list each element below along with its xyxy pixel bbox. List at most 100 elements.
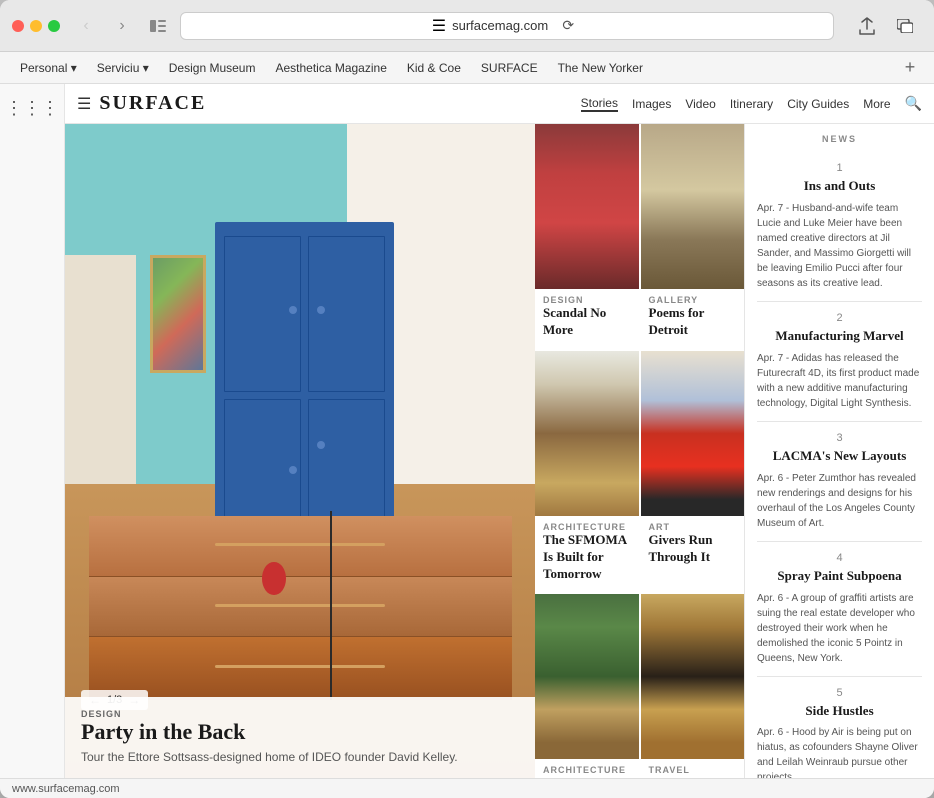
news-item-3[interactable]: 3 LACMA's New Layouts Apr. 6 - Peter Zum…: [757, 422, 922, 542]
hamburger-icon: ☰: [432, 16, 446, 36]
dresser: [89, 516, 512, 699]
nav-images[interactable]: Images: [632, 97, 671, 111]
grid-item-0[interactable]: DESIGN Scandal No More: [535, 124, 639, 349]
nav-video[interactable]: Video: [685, 97, 715, 111]
grid-item-1[interactable]: GALLERY Poems for Detroit: [641, 124, 745, 349]
news-text-1: Apr. 7 - Husband-and-wife team Lucie and…: [757, 201, 922, 291]
search-icon[interactable]: 🔍: [905, 95, 922, 112]
news-title-1: Ins and Outs: [757, 178, 922, 195]
news-number-3: 3: [757, 432, 922, 444]
drawer-2: [89, 577, 512, 637]
grid-category-5: TRAVEL: [649, 765, 737, 775]
cabinet-knob: [317, 441, 325, 449]
cabinet-knob: [317, 306, 325, 314]
left-panel: ⋮⋮⋮: [0, 84, 65, 778]
cabinet-door-tl: [224, 236, 301, 392]
grid-image-0: [535, 124, 639, 289]
grid-image-1: [641, 124, 745, 289]
minimize-button[interactable]: [30, 20, 42, 32]
news-title-5: Side Hustles: [757, 703, 922, 720]
hero-overlay: DESIGN Party in the Back Tour the Ettore…: [65, 697, 535, 778]
grid-image-5: [641, 594, 745, 759]
news-text-2: Apr. 7 - Adidas has released the Futurec…: [757, 351, 922, 411]
surface-nav: Stories Images Video Itinerary City Guid…: [581, 95, 922, 112]
news-title-3: LACMA's New Layouts: [757, 448, 922, 465]
grid-category-3: ART: [649, 522, 737, 532]
umbrella: [324, 490, 338, 699]
grid-item-3[interactable]: ART Givers Run Through It: [641, 351, 745, 593]
news-text-3: Apr. 6 - Peter Zumthor has revealed new …: [757, 471, 922, 531]
news-section-label: NEWS: [757, 134, 922, 144]
grid-item-5[interactable]: TRAVEL The Four Seasons's New Design Lab: [641, 594, 745, 778]
grid-title-5: The Four Seasons's New Design Lab: [649, 775, 737, 778]
sidebar-toggle-button[interactable]: [144, 12, 172, 40]
grid-item-2[interactable]: ARCHITECTURE The SFMOMA Is Built for Tom…: [535, 351, 639, 593]
news-item-1[interactable]: 1 Ins and Outs Apr. 7 - Husband-and-wife…: [757, 152, 922, 302]
grid-category-2: ARCHITECTURE: [543, 522, 631, 532]
bookmark-aesthetica[interactable]: Aesthetica Magazine: [267, 58, 394, 78]
share-button[interactable]: [850, 12, 884, 40]
news-title-2: Manufacturing Marvel: [757, 328, 922, 345]
add-tab-button[interactable]: +: [898, 56, 922, 80]
hero-section[interactable]: ← 1/3 → DESIGN Party in the Back Tour th…: [65, 124, 535, 778]
maximize-button[interactable]: [48, 20, 60, 32]
grid-title-1: Poems for Detroit: [649, 305, 737, 339]
news-title-4: Spray Paint Subpoena: [757, 568, 922, 585]
red-decorative-object: [262, 562, 286, 595]
nav-more[interactable]: More: [863, 97, 890, 111]
cabinet-knob: [289, 466, 297, 474]
news-number-2: 2: [757, 312, 922, 324]
status-bar: www.surfacemag.com: [0, 778, 934, 798]
news-item-4[interactable]: 4 Spray Paint Subpoena Apr. 6 - A group …: [757, 542, 922, 677]
url-text: surfacemag.com: [452, 18, 548, 33]
surface-body: ← 1/3 → DESIGN Party in the Back Tour th…: [65, 124, 934, 778]
surface-header: ☰ SURFACE Stories Images Video Itinerary…: [65, 84, 934, 124]
nav-itinerary[interactable]: Itinerary: [730, 97, 773, 111]
bookmark-kidcoe[interactable]: Kid & Coe: [399, 58, 469, 78]
bookmark-surface[interactable]: SURFACE: [473, 58, 546, 78]
grid-item-info-3: ART Givers Run Through It: [641, 516, 745, 576]
bookmark-personal[interactable]: Personal ▾: [12, 58, 85, 78]
grid-item-info-1: GALLERY Poems for Detroit: [641, 289, 745, 349]
surface-content: ☰ SURFACE Stories Images Video Itinerary…: [65, 84, 934, 778]
wall-art: [150, 255, 206, 373]
bookmark-serviciu[interactable]: Serviciu ▾: [89, 58, 157, 78]
grid-title-0: Scandal No More: [543, 305, 631, 339]
news-text-5: Apr. 6 - Hood by Air is being put on hia…: [757, 725, 922, 778]
drawer-1: [89, 516, 512, 576]
bookmarks-bar: Personal ▾ Serviciu ▾ Design Museum Aest…: [0, 52, 934, 84]
grid-item-4[interactable]: ARCHITECTURE Feeling Sad? Blame the Buil…: [535, 594, 639, 778]
grid-icon[interactable]: ⋮⋮⋮: [1, 94, 63, 123]
grid-item-info-4: ARCHITECTURE Feeling Sad? Blame the Buil…: [535, 759, 639, 778]
browser-window: ‹ › ☰ surfacemag.com ⟳ Personal ▾ Servic…: [0, 0, 934, 798]
address-bar-wrap: ☰ surfacemag.com ⟳: [180, 12, 834, 40]
refresh-button[interactable]: ⟳: [554, 12, 582, 40]
drawer-3: [89, 637, 512, 699]
grid-item-info-0: DESIGN Scandal No More: [535, 289, 639, 349]
grid-container: DESIGN Scandal No More GALLERY Poems for…: [535, 124, 744, 778]
grid-title-3: Givers Run Through It: [649, 532, 737, 566]
back-button[interactable]: ‹: [72, 12, 100, 40]
drawer-handle: [215, 604, 384, 607]
hero-description: Tour the Ettore Sottsass-designed home o…: [81, 749, 519, 766]
forward-button[interactable]: ›: [108, 12, 136, 40]
tabs-button[interactable]: [888, 12, 922, 40]
hero-title: Party in the Back: [81, 719, 519, 745]
bookmark-design-museum[interactable]: Design Museum: [161, 58, 264, 78]
art-inner: [153, 258, 203, 370]
menu-icon[interactable]: ☰: [77, 94, 91, 114]
grid-title-2: The SFMOMA Is Built for Tomorrow: [543, 532, 631, 583]
surface-logo: SURFACE: [99, 92, 206, 115]
grid-image-2: [535, 351, 639, 516]
bookmark-newyorker[interactable]: The New Yorker: [550, 58, 651, 78]
grid-item-info-5: TRAVEL The Four Seasons's New Design Lab: [641, 759, 745, 778]
nav-city-guides[interactable]: City Guides: [787, 97, 849, 111]
news-item-2[interactable]: 2 Manufacturing Marvel Apr. 7 - Adidas h…: [757, 302, 922, 422]
close-button[interactable]: [12, 20, 24, 32]
browser-actions: [850, 12, 922, 40]
grid-category-1: GALLERY: [649, 295, 737, 305]
nav-stories[interactable]: Stories: [581, 96, 618, 112]
address-bar[interactable]: ☰ surfacemag.com ⟳: [180, 12, 834, 40]
news-item-5[interactable]: 5 Side Hustles Apr. 6 - Hood by Air is b…: [757, 677, 922, 778]
drawer-handle: [215, 543, 384, 546]
